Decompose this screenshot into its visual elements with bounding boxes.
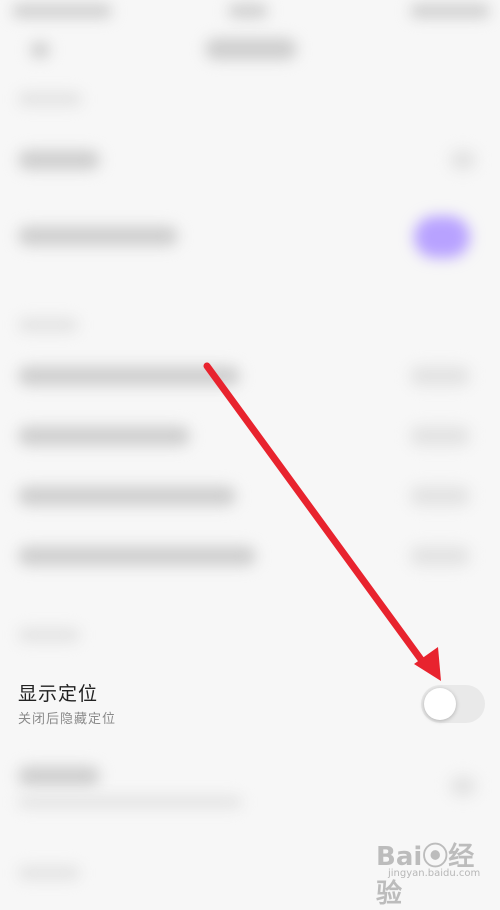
blurred-section-header-3 [18, 628, 80, 642]
setting-row-show-location[interactable]: 显示定位 关闭后隐藏定位 [0, 664, 500, 744]
show-location-title: 显示定位 [18, 683, 99, 705]
watermark-domain: jingyan.baidu.com [388, 868, 481, 879]
blurred-section-header-4 [18, 866, 80, 880]
toggle-knob [424, 688, 456, 720]
arrow-line [203, 362, 429, 669]
blurred-section-header-1 [18, 92, 82, 106]
show-location-toggle[interactable] [421, 685, 485, 723]
show-location-subtitle: 关闭后隐藏定位 [18, 712, 117, 727]
baidu-jingyan-watermark: Bai⦿经验 jingyan.baidu.com [372, 832, 496, 909]
blurred-section-header-2 [18, 318, 78, 332]
